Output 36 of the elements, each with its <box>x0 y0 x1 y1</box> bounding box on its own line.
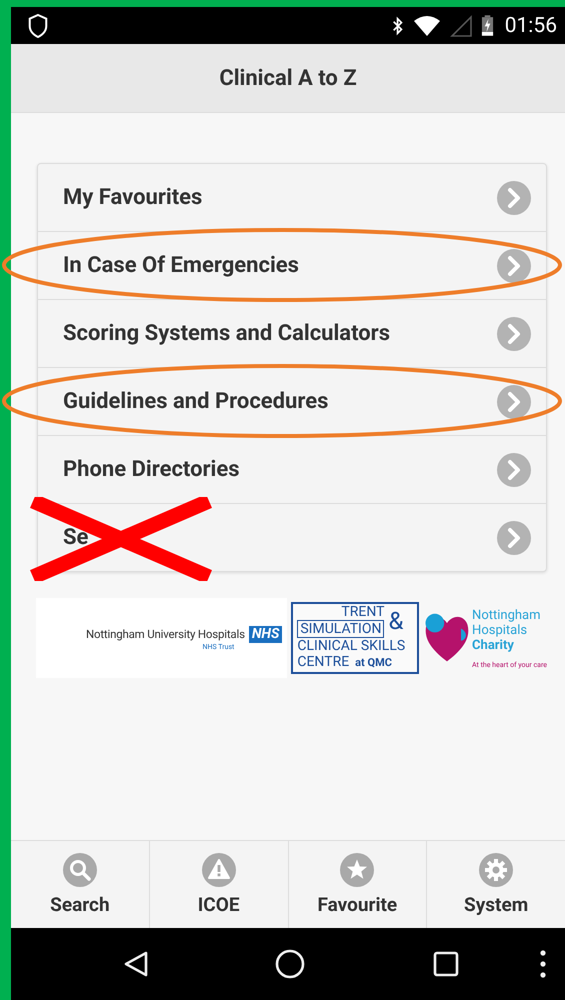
battery-icon <box>480 14 494 37</box>
logo-badge: NHS <box>248 626 282 642</box>
menu-item[interactable]: My Favourites <box>38 164 546 231</box>
logo-text: Hospitals <box>472 622 528 638</box>
menu-item[interactable]: Se <box>38 503 546 571</box>
logo-text: Charity <box>472 638 515 652</box>
logo-text: & <box>388 607 404 635</box>
more-icon[interactable] <box>540 950 546 978</box>
chevron-icon <box>497 180 531 214</box>
signal-icon <box>450 14 472 36</box>
bluetooth-icon <box>392 14 404 36</box>
settings-icon <box>479 853 514 887</box>
wifi-icon <box>412 14 441 36</box>
logo-text: CENTRE <box>297 654 350 670</box>
logo-text: CLINICAL SKILLS <box>297 638 406 654</box>
logo-text: TRENT <box>341 604 384 620</box>
menu-item[interactable]: Scoring Systems and Calculators <box>38 299 546 367</box>
chevron-icon <box>497 384 531 418</box>
logo-text: SIMULATION <box>297 620 384 638</box>
chevron-icon <box>497 248 531 282</box>
chevron-icon <box>497 316 531 350</box>
chevron-icon <box>497 452 531 486</box>
logo-text: at QMC <box>355 655 392 671</box>
tab-button[interactable]: Search <box>11 841 149 928</box>
shield-icon <box>27 12 49 38</box>
warning-icon <box>202 853 236 887</box>
search-icon <box>62 853 97 887</box>
menu-item[interactable]: Phone Directories <box>38 435 546 503</box>
logo-text: Nottingham University Hospitals <box>86 627 245 641</box>
back-icon[interactable] <box>123 950 149 978</box>
recents-icon[interactable] <box>433 951 459 977</box>
logo-text: Nottingham <box>472 608 542 622</box>
chevron-icon <box>497 520 531 554</box>
home-icon[interactable] <box>275 949 305 979</box>
clock-time: 01:56 <box>504 14 557 38</box>
screen-title: Clinical A to Z <box>219 66 357 90</box>
